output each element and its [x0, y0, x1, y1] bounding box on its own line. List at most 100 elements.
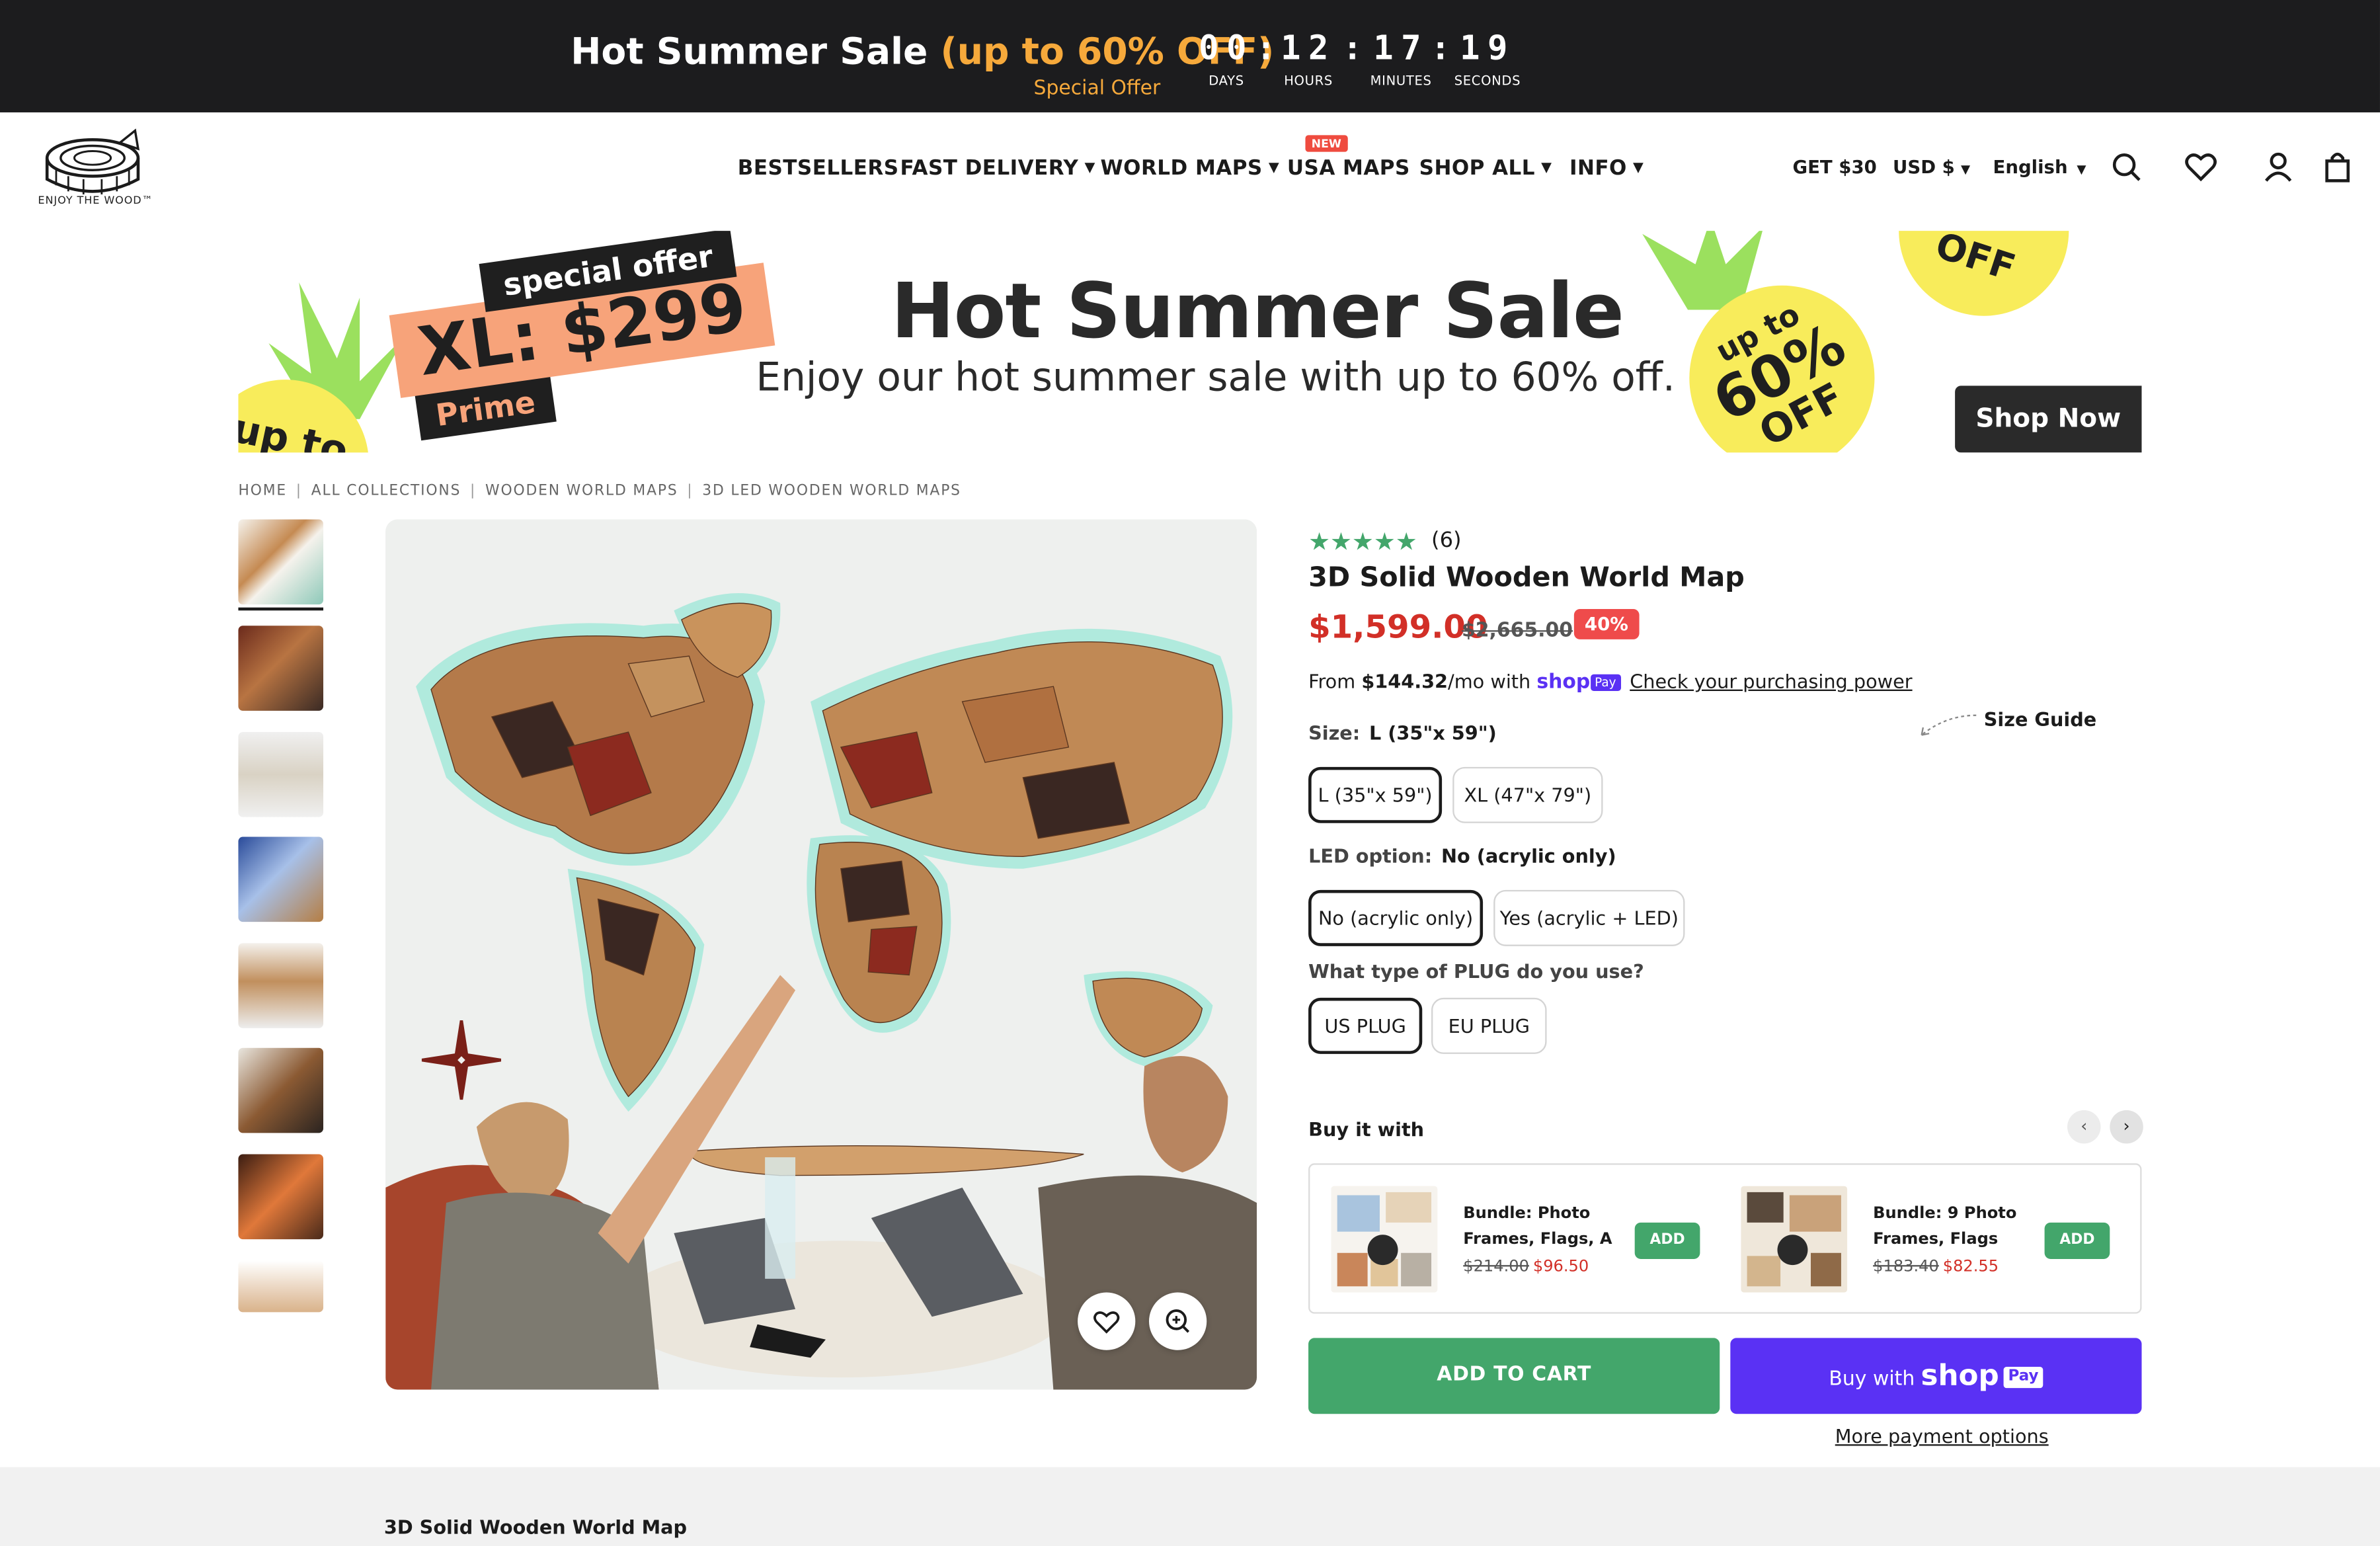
currency-selector[interactable]: USD $ ▼ [1893, 157, 1970, 178]
bundle-carousel: Bundle: Photo Frames, Flags, A $214.00 $… [1308, 1163, 2142, 1314]
wishlist-button[interactable] [1078, 1292, 1136, 1350]
bundle-old-price: $214.00 [1463, 1257, 1529, 1276]
countdown-minutes-label: MINUTES [1370, 74, 1432, 90]
nav-usa-maps[interactable]: USA MAPS [1287, 157, 1410, 181]
countdown-hours-label: HOURS [1284, 74, 1333, 90]
curved-arrow-icon [1921, 714, 1977, 736]
account-icon[interactable] [2262, 150, 2295, 184]
countdown-hours: 12 HOURS [1275, 30, 1342, 90]
bundle-new-price: $96.50 [1532, 1257, 1589, 1276]
add-to-cart-button[interactable]: ADD TO CART [1308, 1338, 1720, 1414]
sticker-partial-text: up to [238, 406, 352, 453]
sticker-off-partial: OFF [1876, 231, 2091, 339]
bundle-old-price: $183.40 [1873, 1257, 1939, 1276]
breadcrumb-wooden-world-maps[interactable]: WOODEN WORLD MAPS [485, 483, 678, 499]
size-option-l[interactable]: L (35"x 59") [1308, 766, 1443, 823]
product-details-section [0, 1467, 2380, 1546]
nav-info[interactable]: INFO ▼ [1569, 157, 1644, 181]
language-label: English [1993, 156, 2068, 178]
countdown-days-label: DAYS [1209, 74, 1244, 90]
installment-suffix: /mo with [1448, 669, 1537, 693]
chevron-down-icon: ▼ [1961, 162, 1971, 177]
thumbnail-4[interactable] [238, 836, 324, 922]
led-option-label: LED option: No (acrylic only) [1308, 844, 1616, 867]
led-option-no[interactable]: No (acrylic only) [1308, 889, 1484, 946]
banner-title: Hot Summer Sale [891, 267, 1624, 356]
nav-bestsellers[interactable]: BESTSELLERS [738, 157, 899, 181]
promo-banner[interactable]: up to Prime XL: $299 special offer Hot S… [238, 231, 2142, 453]
nav-world-maps-label: WORLD MAPS [1100, 156, 1263, 181]
installment-prefix: From [1308, 669, 1362, 693]
installment-amount: $144.32 [1361, 669, 1448, 693]
brand-tagline: ENJOY THE WOOD™ [38, 194, 153, 207]
nav-fast-delivery-label: FAST DELIVERY [900, 156, 1079, 181]
rating-stars[interactable]: ★★★★★ [1308, 527, 1417, 556]
thumbnail-5[interactable] [238, 943, 324, 1028]
zoom-button[interactable] [1148, 1292, 1207, 1350]
breadcrumb-home[interactable]: HOME [238, 483, 287, 499]
promo-title-main: Hot Summer Sale [571, 30, 941, 73]
purchasing-power-link[interactable]: Check your purchasing power [1630, 670, 1912, 692]
size-guide-link[interactable]: Size Guide [1984, 708, 2097, 730]
shop-pay-logo: shop [1921, 1359, 1999, 1393]
heart-icon [1093, 1311, 1120, 1334]
countdown-days-value: 00 [1199, 30, 1254, 69]
get-offer-link[interactable]: GET $30 [1792, 157, 1876, 178]
countdown-minutes: 17 MINUTES [1361, 30, 1440, 90]
thumbnail-1[interactable] [238, 519, 324, 605]
review-count[interactable]: (6) [1431, 528, 1462, 553]
product-main-image[interactable] [385, 519, 1257, 1390]
bundle-image[interactable] [1741, 1186, 1848, 1293]
carousel-next-button[interactable]: › [2110, 1110, 2143, 1144]
wishlist-heart-icon[interactable] [2184, 150, 2218, 184]
countdown-days: 00 DAYS [1190, 30, 1263, 90]
sticker-partial-off-text: OFF [1930, 231, 2020, 290]
breadcrumb-all-collections[interactable]: ALL COLLECTIONS [311, 483, 461, 499]
bundle-add-button[interactable]: ADD [1634, 1222, 1700, 1259]
bundle-add-button[interactable]: ADD [2044, 1222, 2110, 1259]
size-option-label: Size: L (35"x 59") [1308, 721, 1497, 744]
more-payment-options-link[interactable]: More payment options [1835, 1424, 2049, 1447]
thumbnail-7[interactable] [238, 1154, 324, 1240]
bundle-name[interactable]: Bundle: 9 Photo Frames, Flags [1873, 1201, 2025, 1253]
shop-now-button[interactable]: Shop Now [1955, 386, 2142, 453]
thumbnail-8[interactable] [238, 1260, 324, 1313]
new-badge: NEW [1305, 135, 1348, 152]
nav-shop-all-label: SHOP ALL [1419, 156, 1535, 181]
countdown-minutes-value: 17 [1373, 30, 1429, 69]
shop-pay-logo: shop [1536, 671, 1591, 694]
chevron-right-icon: › [2123, 1116, 2130, 1136]
countdown-separator: : [1259, 30, 1272, 67]
led-option-yes[interactable]: Yes (acrylic + LED) [1493, 889, 1685, 946]
nav-info-label: INFO [1569, 156, 1627, 181]
bundle-new-price: $82.55 [1942, 1257, 1999, 1276]
compare-at-price: $2,665.00 [1461, 620, 1573, 643]
shop-pay-installments: From $144.32/mo with shop Pay Check your p… [1308, 670, 1913, 694]
thumbnail-6[interactable] [238, 1047, 324, 1133]
thumbnail-2[interactable] [238, 626, 324, 711]
bundle-image[interactable] [1331, 1186, 1438, 1293]
plug-option-eu[interactable]: EU PLUG [1431, 997, 1547, 1054]
carousel-prev-button[interactable]: ‹ [2067, 1110, 2101, 1144]
buy-with-shop-pay-button[interactable]: Buy with shop Pay [1730, 1338, 2142, 1414]
search-icon[interactable] [2110, 150, 2143, 184]
product-price: $1,599.00 [1308, 608, 1488, 646]
chevron-down-icon: ▼ [1632, 161, 1644, 177]
chevron-down-icon: ▼ [1541, 161, 1552, 177]
breadcrumb-led-world-maps[interactable]: 3D LED WOODEN WORLD MAPS [702, 483, 961, 499]
led-selected-value: No (acrylic only) [1441, 844, 1616, 868]
product-title: 3D Solid Wooden World Map [1308, 561, 1745, 594]
nav-fast-delivery[interactable]: FAST DELIVERY ▼ [900, 157, 1095, 181]
bundle-name[interactable]: Bundle: Photo Frames, Flags, A [1463, 1201, 1615, 1253]
breadcrumb-separator: | [470, 483, 477, 500]
nav-world-maps[interactable]: WORLD MAPS ▼ [1101, 157, 1280, 181]
size-selected-value: L (35"x 59") [1369, 721, 1497, 745]
size-option-xl[interactable]: XL (47"x 79") [1452, 766, 1603, 823]
plug-option-us[interactable]: US PLUG [1308, 997, 1423, 1054]
thumbnail-3[interactable] [238, 732, 324, 817]
promo-subtitle: Special Offer [1033, 77, 1161, 101]
cart-bag-icon[interactable] [2320, 150, 2354, 184]
nav-shop-all[interactable]: SHOP ALL ▼ [1419, 157, 1552, 181]
language-selector[interactable]: English ▼ [1993, 157, 2086, 178]
countdown-seconds-label: SECONDS [1454, 74, 1521, 90]
